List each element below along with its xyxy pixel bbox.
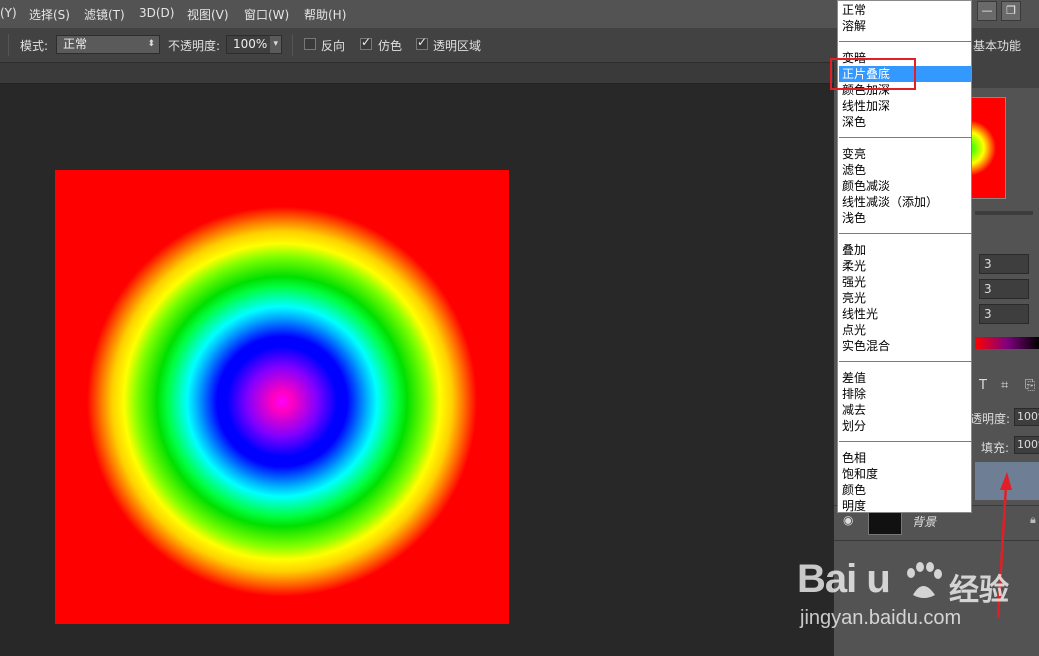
- value-field-2[interactable]: 3: [979, 279, 1029, 299]
- blend-mode-option[interactable]: 柔光: [842, 258, 866, 274]
- blend-mode-option[interactable]: 溶解: [842, 18, 866, 34]
- blend-mode-option[interactable]: 线性光: [842, 306, 878, 322]
- blend-mode-option[interactable]: 线性减淡（添加）: [842, 194, 938, 210]
- menu-item-view[interactable]: 视图(V): [187, 6, 229, 23]
- blend-mode-option[interactable]: 浅色: [842, 210, 866, 226]
- transparency-checkbox[interactable]: [416, 35, 428, 50]
- reverse-label: 反向: [321, 39, 346, 53]
- blend-mode-option[interactable]: 叠加: [842, 242, 866, 258]
- opacity-input-value: 100%: [233, 37, 268, 51]
- updown-arrow-icon: ⬍: [147, 39, 155, 49]
- menu-separator: [839, 361, 972, 362]
- mode-select-value: 正常: [63, 37, 88, 51]
- baidu-paw-icon: [907, 562, 942, 598]
- blend-mode-option[interactable]: 减去: [842, 402, 866, 418]
- layer-filter-tools: T ⌗ ⎘: [975, 378, 1039, 398]
- opacity-input[interactable]: 100% ▾: [226, 35, 282, 54]
- chevron-down-icon[interactable]: ▾: [270, 36, 281, 53]
- blend-mode-option[interactable]: 滤色: [842, 162, 866, 178]
- toolbar-separator: [292, 34, 293, 56]
- dither-checkbox[interactable]: [360, 35, 372, 50]
- zoom-slider[interactable]: [975, 211, 1033, 215]
- blend-mode-option[interactable]: 颜色: [842, 482, 866, 498]
- blend-mode-option[interactable]: 色相: [842, 450, 866, 466]
- layer-name: 背景: [912, 515, 937, 529]
- menu-item-help[interactable]: 帮助(H): [304, 6, 346, 23]
- blend-mode-option[interactable]: 亮光: [842, 290, 866, 306]
- blend-mode-option[interactable]: 变亮: [842, 146, 866, 162]
- value-field-1[interactable]: 3: [979, 254, 1029, 274]
- menu-item-window[interactable]: 窗口(W): [244, 6, 289, 23]
- mode-label: 模式:: [20, 39, 49, 53]
- menu-separator: [839, 233, 972, 234]
- document-tab-strip: [0, 63, 833, 84]
- menu-separator: [839, 137, 972, 138]
- blend-mode-option[interactable]: 线性加深: [842, 98, 890, 114]
- watermark-url: jingyan.baidu.com: [800, 607, 962, 629]
- fill-label: 填充:: [981, 441, 1010, 455]
- blend-mode-option[interactable]: 颜色减淡: [842, 178, 890, 194]
- navigator-thumbnail: [967, 97, 1006, 199]
- color-ramp[interactable]: [975, 337, 1039, 349]
- watermark-cn: 经验: [949, 573, 1009, 608]
- menu-item-3d[interactable]: 3D(D): [139, 6, 174, 20]
- lock-icon: 🔒︎: [1030, 513, 1036, 526]
- blend-mode-option[interactable]: 排除: [842, 386, 866, 402]
- dither-label: 仿色: [378, 39, 403, 53]
- menu-item-filter[interactable]: 滤镜(T): [84, 6, 125, 23]
- layer-opacity-input[interactable]: 100%: [1014, 408, 1039, 426]
- workspace-label[interactable]: 基本功能: [973, 37, 1021, 54]
- blend-mode-option[interactable]: 实色混合: [842, 338, 890, 354]
- layer-opacity-label: 透明度:: [970, 412, 1011, 426]
- fill-input[interactable]: 100%: [1014, 436, 1039, 454]
- reverse-checkbox[interactable]: [304, 38, 316, 50]
- restore-button[interactable]: ❐: [1001, 1, 1021, 21]
- menu-separator: [839, 41, 972, 42]
- menu-item-partial[interactable]: (Y): [0, 6, 17, 20]
- mode-select[interactable]: 正常 ⬍: [56, 35, 160, 54]
- menu-separator: [839, 441, 972, 442]
- blend-mode-option[interactable]: 点光: [842, 322, 866, 338]
- menu-item-select[interactable]: 选择(S): [29, 6, 70, 23]
- blend-mode-option[interactable]: 划分: [842, 418, 866, 434]
- watermark-logo: Bai u: [797, 557, 891, 601]
- transparency-label: 透明区域: [433, 39, 482, 53]
- minimize-button[interactable]: —: [977, 1, 997, 21]
- layer-thumbnail: [868, 511, 902, 535]
- visibility-eye-icon[interactable]: ◉: [843, 513, 853, 527]
- blend-mode-option[interactable]: 差值: [842, 370, 866, 386]
- annotation-highlight-box: [830, 58, 916, 90]
- toolbar-separator: [8, 34, 9, 56]
- value-field-3[interactable]: 3: [979, 304, 1029, 324]
- smart-object-filter-icon[interactable]: ⎘: [1025, 378, 1035, 393]
- canvas-radial-gradient[interactable]: [55, 170, 509, 624]
- type-filter-icon[interactable]: T: [979, 378, 987, 393]
- baidu-watermark: Bai u 经验 jingyan.baidu.com: [797, 557, 1017, 637]
- blend-mode-option[interactable]: 强光: [842, 274, 866, 290]
- blend-mode-option[interactable]: 饱和度: [842, 466, 878, 482]
- blend-mode-option[interactable]: 深色: [842, 114, 866, 130]
- shape-filter-icon[interactable]: ⌗: [1001, 378, 1008, 393]
- opacity-label: 不透明度:: [168, 39, 221, 53]
- blend-mode-option[interactable]: 正常: [842, 2, 866, 18]
- blend-mode-option[interactable]: 明度: [842, 498, 866, 514]
